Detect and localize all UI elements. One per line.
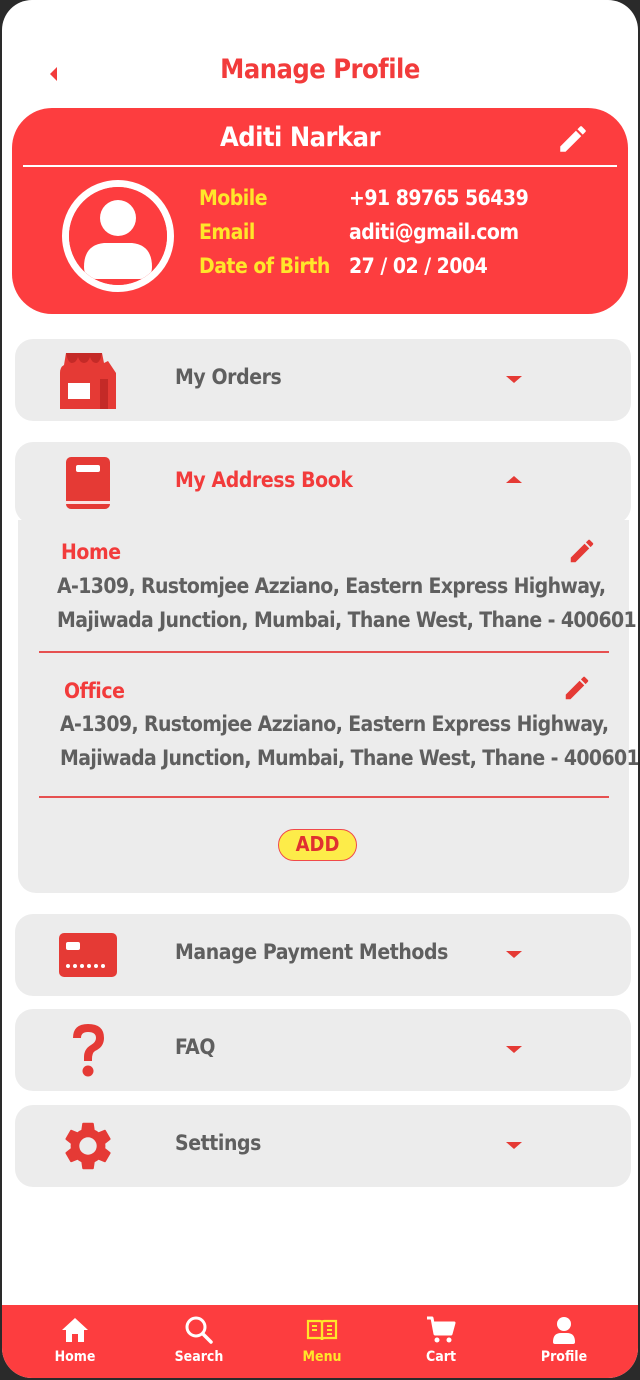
section-label: FAQ: [175, 1035, 215, 1059]
nav-profile[interactable]: Profile: [524, 1313, 604, 1365]
question-mark-icon: [57, 1019, 119, 1081]
address-book-panel: Home A-1309, Rustomjee Azziano, Eastern …: [18, 520, 638, 893]
mobile-label: Mobile: [199, 186, 268, 210]
pencil-icon: [570, 539, 594, 563]
pencil-icon: [560, 126, 586, 152]
chevron-down-icon: [506, 951, 522, 958]
address-home-text: A-1309, Rustomjee Azziano, Eastern Expre…: [57, 569, 637, 637]
section-label: My Address Book: [175, 468, 353, 492]
address-label-office: Office: [64, 679, 125, 703]
app-screen: Manage Profile Aditi Narkar Mobile +91 8…: [2, 0, 638, 1378]
section-faq[interactable]: FAQ: [15, 1009, 631, 1091]
mobile-value: +91 89765 56439: [349, 186, 529, 210]
address-divider: [39, 651, 609, 653]
address-label-home: Home: [61, 540, 121, 564]
dob-value: 27 / 02 / 2004: [349, 254, 488, 278]
chevron-down-icon: [506, 1142, 522, 1149]
email-value: aditi@gmail.com: [349, 220, 519, 244]
credit-card-icon: [57, 924, 119, 986]
address-divider: [39, 796, 609, 798]
section-address-book[interactable]: My Address Book: [15, 442, 631, 524]
address-line-2: Majiwada Junction, Mumbai, Thane West, T…: [57, 608, 637, 632]
cart-icon: [427, 1316, 456, 1343]
pencil-icon: [565, 676, 589, 700]
nav-label: Cart: [426, 1349, 456, 1365]
nav-label: Profile: [540, 1349, 588, 1365]
top-bar: Manage Profile: [2, 48, 638, 98]
nav-cart[interactable]: Cart: [401, 1313, 481, 1365]
bottom-nav: Home Search Menu Cart Profile: [2, 1305, 638, 1378]
nav-label: Menu: [302, 1349, 342, 1365]
email-label: Email: [199, 220, 255, 244]
section-label: My Orders: [175, 365, 282, 389]
section-settings[interactable]: Settings: [15, 1105, 631, 1187]
address-line-1: A-1309, Rustomjee Azziano, Eastern Expre…: [57, 574, 606, 598]
address-line-2: Majiwada Junction, Mumbai, Thane West, T…: [60, 746, 638, 770]
section-my-orders[interactable]: My Orders: [15, 339, 631, 421]
user-avatar-icon: [69, 187, 167, 285]
edit-home-address-button[interactable]: [567, 536, 597, 566]
section-payment-methods[interactable]: Manage Payment Methods: [15, 914, 631, 996]
address-line-1: A-1309, Rustomjee Azziano, Eastern Expre…: [60, 712, 609, 736]
page-title: Manage Profile: [220, 54, 420, 85]
gear-icon: [57, 1115, 119, 1177]
section-label: Manage Payment Methods: [175, 940, 448, 964]
section-label: Settings: [175, 1131, 261, 1155]
nav-label: Search: [174, 1349, 224, 1365]
chevron-down-icon: [506, 1046, 522, 1053]
edit-office-address-button[interactable]: [562, 673, 592, 703]
chevron-down-icon: [506, 376, 522, 383]
nav-search[interactable]: Search: [159, 1313, 239, 1365]
add-address-button[interactable]: ADD: [278, 829, 357, 861]
store-icon: [57, 349, 119, 411]
info-row-email: Email aditi@gmail.com: [199, 220, 528, 254]
info-row-mobile: Mobile +91 89765 56439: [199, 186, 529, 220]
dob-label: Date of Birth: [199, 254, 330, 278]
search-icon: [185, 1316, 213, 1344]
chevron-up-icon: [506, 476, 522, 483]
book-icon: [57, 452, 119, 514]
avatar: [62, 180, 174, 292]
profile-name: Aditi Narkar: [219, 122, 381, 153]
profile-card: Aditi Narkar Mobile +91 89765 56439 Emai…: [12, 108, 628, 314]
info-row-dob: Date of Birth 27 / 02 / 2004: [199, 254, 528, 288]
menu-book-icon: [306, 1319, 338, 1341]
address-office-text: A-1309, Rustomjee Azziano, Eastern Expre…: [60, 707, 638, 775]
profile-divider: [23, 165, 617, 167]
home-icon: [62, 1318, 88, 1342]
nav-menu[interactable]: Menu: [282, 1313, 362, 1365]
edit-profile-button[interactable]: [556, 122, 590, 156]
nav-home[interactable]: Home: [35, 1313, 115, 1365]
profile-info: Mobile +91 89765 56439 Email aditi@gmail…: [199, 186, 529, 288]
nav-label: Home: [54, 1349, 96, 1365]
profile-icon: [553, 1317, 575, 1344]
